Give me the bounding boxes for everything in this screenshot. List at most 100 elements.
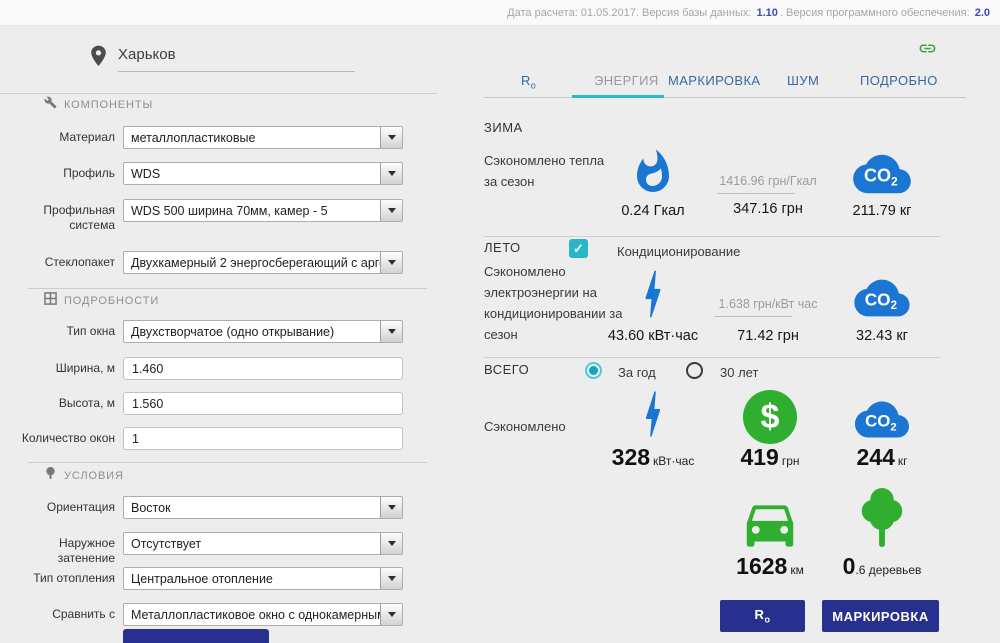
total-co2-value: 244 кг <box>812 444 952 471</box>
tab-marking[interactable]: МАРКИРОВКА <box>668 73 761 88</box>
radio-per-year[interactable] <box>585 362 602 379</box>
co2-cloud-icon: CO2 <box>812 397 952 442</box>
dropdown-arrow-button[interactable] <box>380 127 402 148</box>
orientation-value: Восток <box>131 501 171 515</box>
section-title: УСЛОВИЯ <box>64 469 124 482</box>
dropdown-arrow-button[interactable] <box>380 321 402 342</box>
price-underline <box>714 316 792 317</box>
glazing-dropdown[interactable]: Двухкамерный 2 энергосберегающий с аргон… <box>123 251 403 274</box>
person-globe-icon <box>44 466 57 485</box>
caret-down-icon <box>387 329 396 334</box>
co2-cloud-icon: CO2 <box>812 150 952 198</box>
dropdown-arrow-button[interactable] <box>380 497 402 518</box>
dollar-glyph: $ <box>760 397 780 436</box>
city-input[interactable]: Харьков <box>118 46 355 72</box>
dropdown-arrow-button[interactable] <box>380 200 402 221</box>
total-money-unit: грн <box>781 454 800 468</box>
shading-dropdown[interactable]: Отсутствует <box>123 532 403 555</box>
software-version: 2.0 <box>974 6 990 19</box>
shading-value: Отсутствует <box>131 537 202 551</box>
profile-system-value: WDS 500 ширина 70мм, камер - 5 <box>131 204 328 218</box>
air-conditioning-label: Кондиционирование <box>617 244 741 259</box>
calc-date: Дата расчета: 01.05.2017. Версия базы да… <box>507 6 755 19</box>
tree-icon <box>812 477 952 554</box>
field-compare: Сравнить с Металлопластиковое окно с одн… <box>12 603 403 626</box>
heating-dropdown[interactable]: Центральное отопление <box>123 567 403 590</box>
orientation-label: Ориентация <box>46 500 115 514</box>
tabs-underline <box>484 97 966 98</box>
lightning-icon <box>583 384 723 444</box>
field-window-count: Количество окон <box>12 427 403 450</box>
heating-label: Тип отопления <box>33 571 115 585</box>
marking-button[interactable]: МАРКИРОВКА <box>822 600 939 632</box>
tab-noise[interactable]: ШУМ <box>787 73 819 88</box>
winter-price-unit: грн/Гкал <box>768 174 817 188</box>
dropdown-arrow-button[interactable] <box>380 568 402 589</box>
chain-link-icon[interactable] <box>918 39 937 63</box>
field-orientation: Ориентация Восток <box>12 496 403 519</box>
car-distance-number: 1628 <box>736 553 788 579</box>
winter-price-value: 1416.96 <box>719 174 765 188</box>
summer-price-value: 1.638 <box>718 297 750 311</box>
profile-system-dropdown[interactable]: WDS 500 ширина 70мм, камер - 5 <box>123 199 403 222</box>
compare-dropdown[interactable]: Металлопластиковое окно с однокамерным с… <box>123 603 403 626</box>
divider <box>0 93 437 94</box>
co2-cloud-icon: CO2 <box>812 275 952 321</box>
field-height: Высота, м <box>12 392 403 415</box>
profile-value: WDS <box>131 167 161 181</box>
trees-unit: .6 деревьев <box>855 563 922 577</box>
r0-button[interactable]: Ro <box>720 600 805 632</box>
material-dropdown[interactable]: металлопластиковые <box>123 126 403 149</box>
summer-title: ЛЕТО <box>484 240 521 255</box>
caret-down-icon <box>387 505 396 510</box>
orientation-dropdown[interactable]: Восток <box>123 496 403 519</box>
tab-r0-subscript: o <box>530 80 537 91</box>
dropdown-arrow-button[interactable] <box>380 533 402 554</box>
width-input[interactable] <box>123 357 403 380</box>
window-count-input[interactable] <box>123 427 403 450</box>
trees-value: 0.6 деревьев <box>812 553 952 580</box>
total-energy-unit: кВт·час <box>653 454 695 468</box>
profile-dropdown[interactable]: WDS <box>123 162 403 185</box>
heating-value: Центральное отопление <box>131 572 273 586</box>
window-type-dropdown[interactable]: Двухстворчатое (одно открывание) <box>123 320 403 343</box>
compare-label: Сравнить с <box>52 607 115 621</box>
trees-number: 0 <box>842 553 856 579</box>
section-components: КОМПОНЕНТЫ <box>44 96 153 114</box>
divider <box>484 357 940 358</box>
field-width: Ширина, м <box>12 357 403 380</box>
dollar-icon: $ <box>743 390 797 444</box>
tab-detailed[interactable]: ПОДРОБНО <box>860 73 938 88</box>
profile-system-label: Профильная система <box>43 203 115 232</box>
caret-down-icon <box>387 612 396 617</box>
calculate-button-partial[interactable] <box>123 629 269 643</box>
dropdown-arrow-button[interactable] <box>380 604 402 625</box>
total-title: ВСЕГО <box>484 362 530 377</box>
tab-energy[interactable]: ЭНЕРГИЯ <box>594 73 659 88</box>
total-energy-number: 328 <box>611 444 651 470</box>
radio-30-years[interactable] <box>686 362 703 379</box>
height-input[interactable] <box>123 392 403 415</box>
air-conditioning-checkbox[interactable]: ✓ <box>569 239 588 258</box>
tab-r0[interactable]: Ro <box>521 73 536 91</box>
window-type-label: Тип окна <box>66 324 115 338</box>
winter-co2-value: 211.79 кг <box>852 203 912 219</box>
flame-icon <box>583 143 723 199</box>
profile-label: Профиль <box>63 166 115 180</box>
window-type-value: Двухстворчатое (одно открывание) <box>131 325 335 339</box>
car-distance-unit: км <box>790 563 804 577</box>
field-material: Материал металлопластиковые <box>12 126 403 149</box>
db-version: 1.10 <box>756 6 778 19</box>
divider <box>28 288 427 289</box>
field-window-type: Тип окна Двухстворчатое (одно открывание… <box>12 320 403 343</box>
thirty-years-label: 30 лет <box>720 365 759 380</box>
section-title: ПОДРОБНОСТИ <box>64 295 160 307</box>
summer-price-unit: грн/кВт час <box>753 297 818 311</box>
caret-down-icon <box>387 135 396 140</box>
shading-label: Наружное затенение <box>57 536 115 565</box>
check-icon: ✓ <box>573 240 584 256</box>
section-details: ПОДРОБНОСТИ <box>44 292 159 310</box>
dropdown-arrow-button[interactable] <box>380 252 402 273</box>
caret-down-icon <box>387 208 396 213</box>
dropdown-arrow-button[interactable] <box>380 163 402 184</box>
